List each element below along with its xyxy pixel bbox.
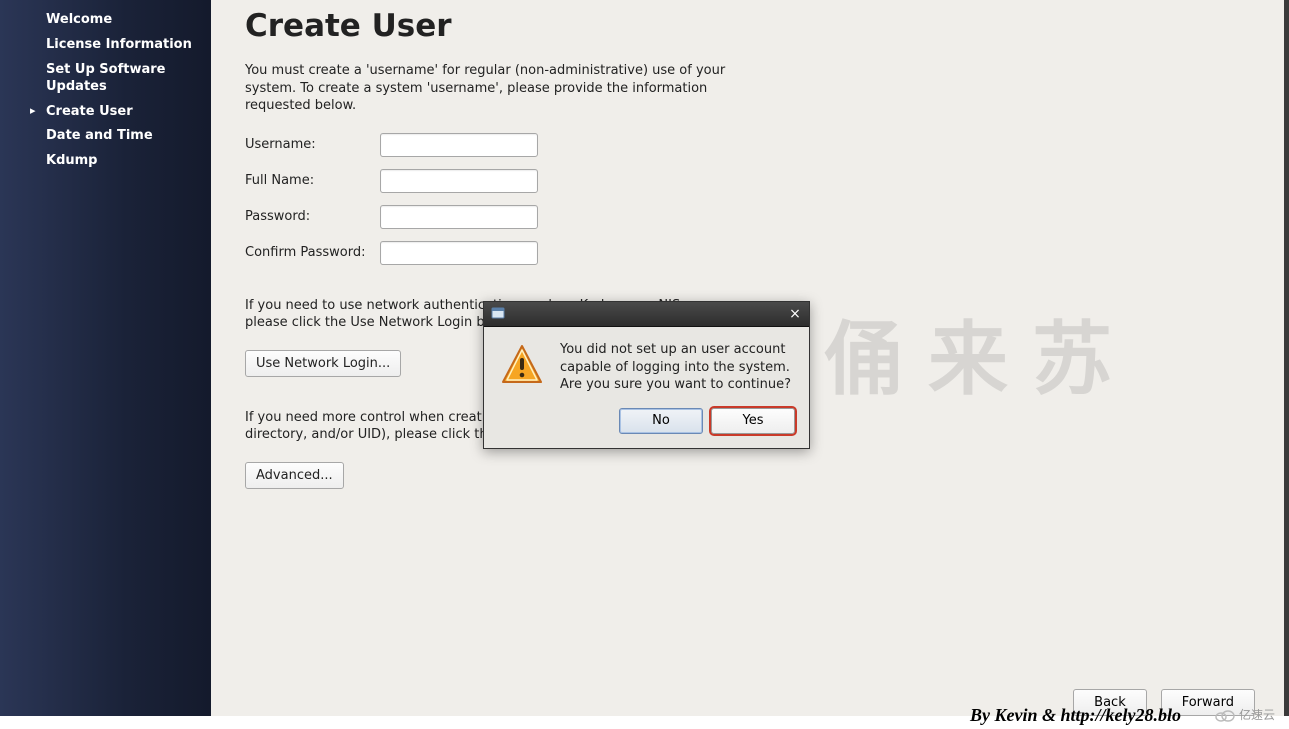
username-input[interactable]	[380, 133, 538, 157]
sidebar-item-label: Date and Time	[46, 128, 153, 143]
sidebar-item-license[interactable]: License Information	[0, 33, 211, 58]
no-button[interactable]: No	[619, 408, 703, 434]
confirm-password-input[interactable]	[380, 241, 538, 265]
use-network-login-button[interactable]: Use Network Login...	[245, 350, 401, 377]
warning-dialog: × You did not set up an user account cap…	[483, 301, 810, 449]
byline-text: By Kevin & http://kely28.blo	[970, 705, 1181, 726]
advanced-button[interactable]: Advanced...	[245, 462, 344, 489]
sidebar-item-kdump[interactable]: Kdump	[0, 149, 211, 174]
sidebar-item-datetime[interactable]: Date and Time	[0, 124, 211, 149]
sidebar-item-updates[interactable]: Set Up Software Updates	[0, 58, 211, 100]
scrollbar-edge	[1284, 0, 1289, 716]
dialog-titlebar[interactable]: ×	[484, 302, 809, 327]
sidebar-item-label: Create User	[46, 104, 133, 119]
dialog-message: You did not set up an user account capab…	[560, 341, 795, 394]
close-icon[interactable]: ×	[785, 304, 805, 324]
yes-button[interactable]: Yes	[711, 408, 795, 434]
warning-icon	[498, 341, 546, 389]
dialog-footer: No Yes	[484, 408, 809, 448]
sidebar-item-create-user[interactable]: Create User	[0, 100, 211, 125]
fullname-label: Full Name:	[245, 173, 380, 188]
sidebar-item-label: Set Up Software Updates	[46, 62, 165, 94]
sidebar-item-label: Kdump	[46, 153, 98, 168]
corner-logo-text: 亿速云	[1239, 706, 1275, 723]
dialog-app-icon	[490, 306, 506, 322]
form-row-confirm: Confirm Password:	[245, 241, 1255, 265]
sidebar-item-label: License Information	[46, 37, 192, 52]
password-label: Password:	[245, 209, 380, 224]
sidebar-item-label: Welcome	[46, 12, 112, 27]
confirm-password-label: Confirm Password:	[245, 245, 380, 260]
corner-logo: 亿速云	[1215, 706, 1275, 723]
form-row-password: Password:	[245, 205, 1255, 229]
username-label: Username:	[245, 137, 380, 152]
cloud-icon	[1215, 708, 1235, 722]
fullname-input[interactable]	[380, 169, 538, 193]
sidebar-item-welcome[interactable]: Welcome	[0, 8, 211, 33]
page-title: Create User	[245, 8, 1255, 44]
intro-text: You must create a 'username' for regular…	[245, 62, 740, 115]
password-input[interactable]	[380, 205, 538, 229]
form-row-fullname: Full Name:	[245, 169, 1255, 193]
form-row-username: Username:	[245, 133, 1255, 157]
sidebar: Welcome License Information Set Up Softw…	[0, 0, 211, 716]
